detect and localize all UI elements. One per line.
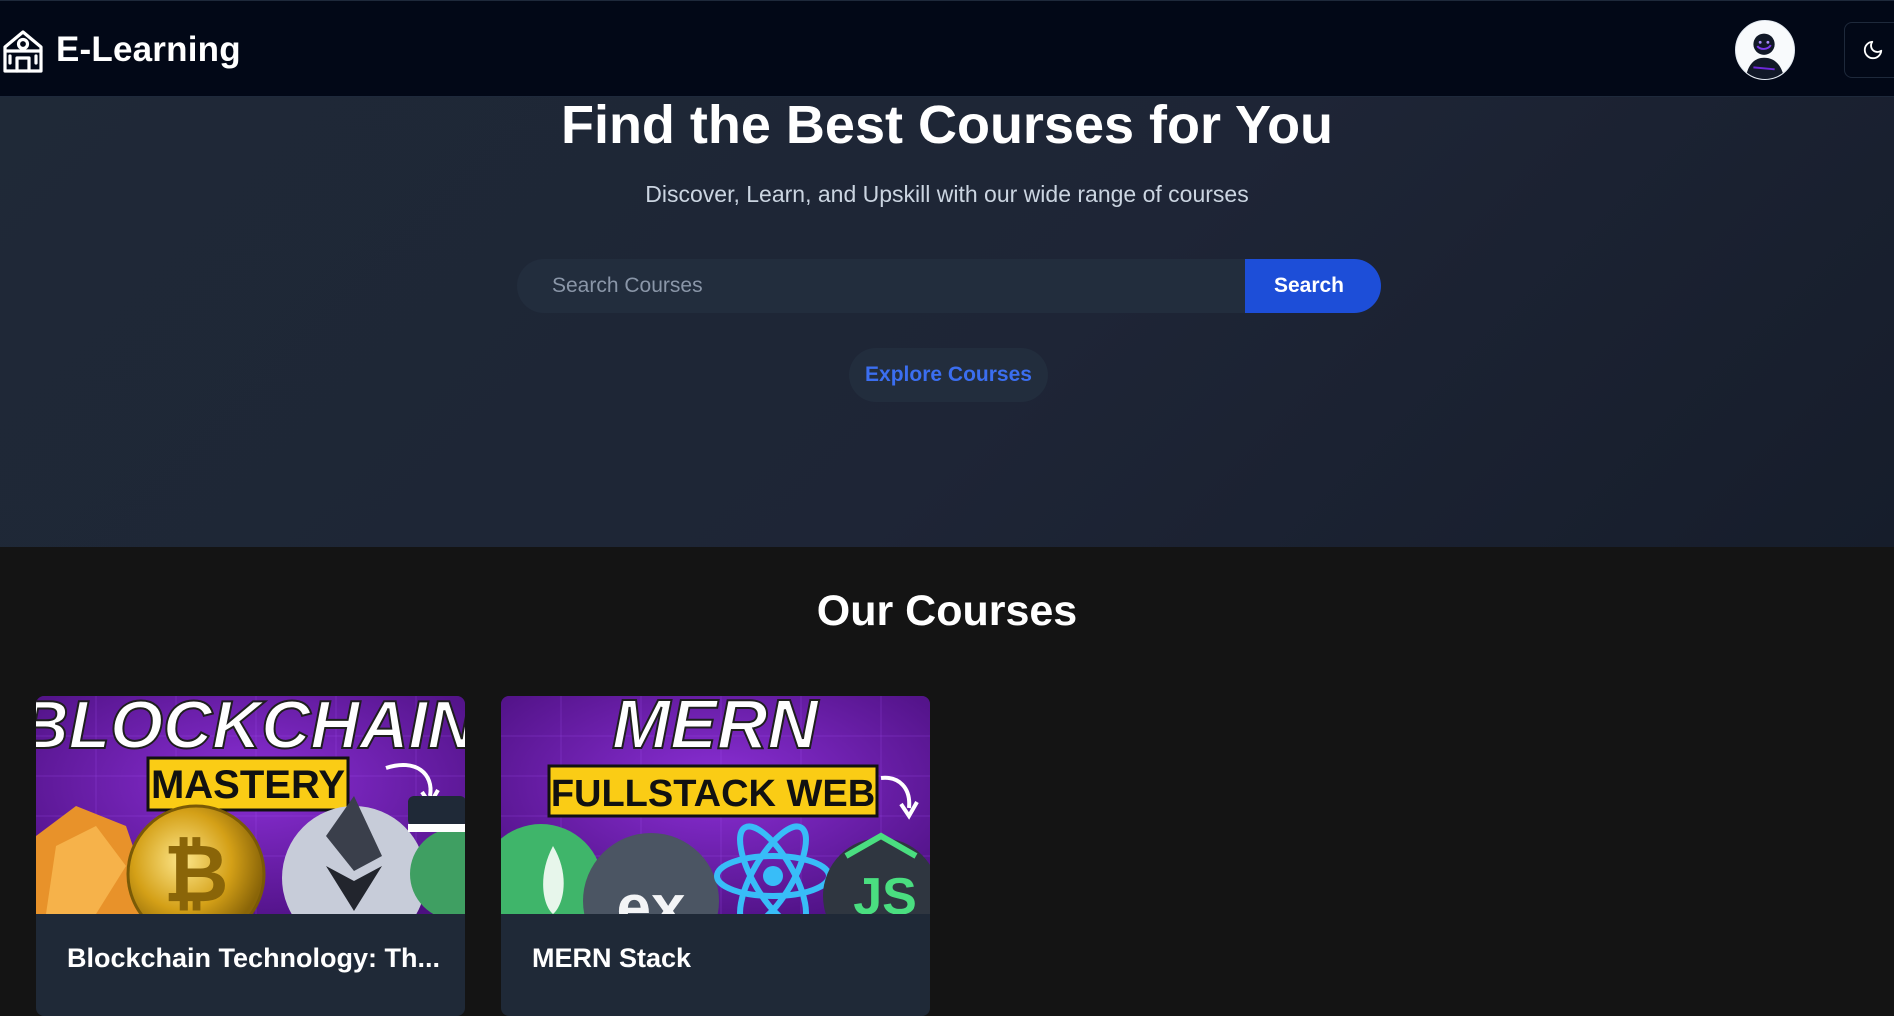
moon-icon — [1863, 40, 1883, 60]
hero-section: Find the Best Courses for You Discover, … — [0, 97, 1894, 547]
svg-text:₿: ₿ — [163, 829, 228, 914]
thumb-logo-text: JS — [853, 868, 917, 914]
search-button[interactable]: Search — [1245, 259, 1381, 313]
thumb-subtitle-text: MASTERY — [151, 763, 345, 807]
user-avatar[interactable] — [1735, 20, 1795, 80]
explore-courses-button[interactable]: Explore Courses — [849, 348, 1048, 402]
brand-logo-link[interactable]: E-Learning — [2, 27, 241, 73]
navbar: E-Learning — [0, 0, 1894, 97]
search-input[interactable] — [517, 259, 1245, 313]
search-bar: Search — [517, 259, 1381, 313]
course-title: Blockchain Technology: Th... — [67, 943, 441, 973]
thumb-subtitle-text: FULLSTACK WEB — [551, 773, 875, 815]
thumb-logo-text: ex — [617, 873, 686, 914]
course-title: MERN Stack — [532, 943, 692, 973]
course-card[interactable]: BLOCKCHAIN MASTERY ₿ Blockchain Technolo… — [36, 696, 465, 1016]
course-thumbnail: BLOCKCHAIN MASTERY ₿ — [36, 696, 465, 914]
theme-toggle-button[interactable] — [1844, 22, 1894, 78]
course-card[interactable]: MERN FULLSTACK WEB ex JS MERN Stack — [501, 696, 930, 1016]
thumb-title-text: BLOCKCHAIN — [36, 696, 465, 763]
brand-name: E-Learning — [56, 30, 241, 69]
school-icon — [3, 30, 43, 73]
thumb-title-text: MERN — [612, 696, 820, 763]
course-thumbnail: MERN FULLSTACK WEB ex JS — [501, 696, 930, 914]
hero-subtitle: Discover, Learn, and Upskill with our wi… — [645, 181, 1249, 207]
hero-title: Find the Best Courses for You — [560, 95, 1334, 155]
courses-section-title: Our Courses — [816, 587, 1078, 635]
avatar-image — [1736, 21, 1794, 79]
